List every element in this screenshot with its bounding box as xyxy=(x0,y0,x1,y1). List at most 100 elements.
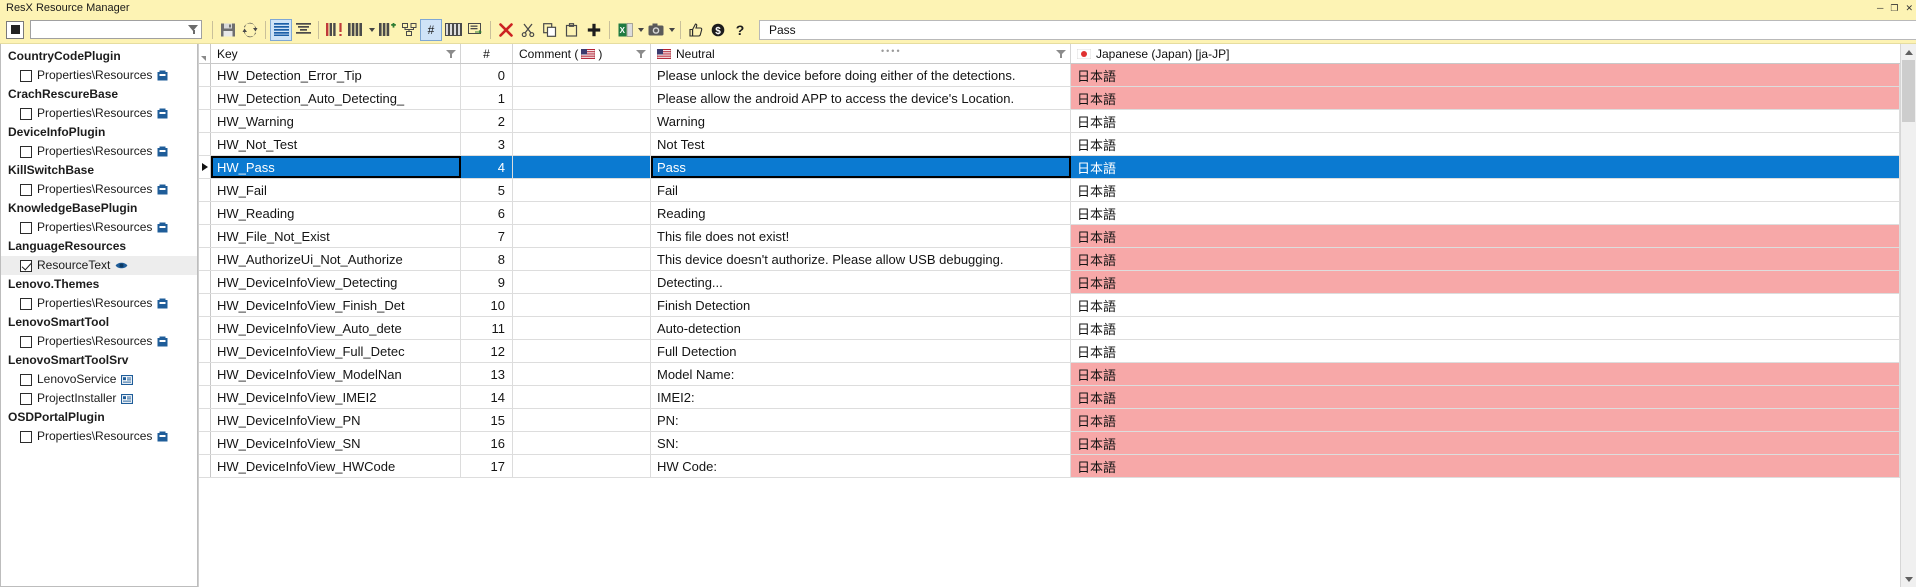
cell-comment[interactable] xyxy=(513,64,651,86)
cell-japanese[interactable]: 日本語 xyxy=(1071,225,1900,247)
cell-neutral[interactable]: This file does not exist! xyxy=(651,225,1071,247)
cell-key[interactable]: HW_DeviceInfoView_SN xyxy=(211,432,461,454)
table-row[interactable]: HW_DeviceInfoView_IMEI2 14 IMEI2: 日本語 xyxy=(199,386,1900,409)
cell-key[interactable]: HW_DeviceInfoView_HWCode xyxy=(211,455,461,477)
cell-neutral[interactable]: Auto-detection xyxy=(651,317,1071,339)
tree-item-properties-resources[interactable]: Properties\Resources xyxy=(1,104,197,123)
tree-item-checkbox[interactable] xyxy=(20,221,32,234)
tree-item-checkbox[interactable] xyxy=(20,335,32,348)
row-header-cell[interactable] xyxy=(199,133,211,155)
toggle-details-button[interactable] xyxy=(464,19,486,41)
cell-key[interactable]: HW_DeviceInfoView_ModelNan xyxy=(211,363,461,385)
reload-button[interactable] xyxy=(239,19,261,41)
cell-comment[interactable] xyxy=(513,432,651,454)
table-row[interactable]: HW_Detection_Error_Tip 0 Please unlock the… xyxy=(199,64,1900,87)
comment-filter-funnel-icon[interactable] xyxy=(636,49,646,59)
cell-japanese[interactable]: 日本語 xyxy=(1071,363,1900,385)
table-row[interactable]: HW_Not_Test 3 Not Test 日本語 xyxy=(199,133,1900,156)
cell-index[interactable]: 12 xyxy=(461,340,513,362)
cell-japanese[interactable]: 日本語 xyxy=(1071,156,1900,178)
table-row[interactable]: HW_Fail 5 Fail 日本語 xyxy=(199,179,1900,202)
tree-item-checkbox[interactable] xyxy=(20,183,32,196)
cell-japanese[interactable]: 日本語 xyxy=(1071,87,1900,109)
search-input[interactable] xyxy=(767,20,1916,39)
cell-japanese[interactable]: 日本語 xyxy=(1071,179,1900,201)
cell-comment[interactable] xyxy=(513,248,651,270)
cell-index[interactable]: 4 xyxy=(461,156,513,178)
column-header-japanese[interactable]: Japanese (Japan) [ja-JP] xyxy=(1071,44,1900,63)
row-header-cell[interactable] xyxy=(199,340,211,362)
cell-neutral[interactable]: Pass xyxy=(651,156,1071,178)
cell-index[interactable]: 7 xyxy=(461,225,513,247)
tree-group-lenovosmarttool[interactable]: LenovoSmartTool xyxy=(1,313,197,332)
tree-item-checkbox[interactable] xyxy=(20,297,32,310)
row-header-cell[interactable] xyxy=(199,156,211,178)
cell-comment[interactable] xyxy=(513,409,651,431)
scroll-track[interactable] xyxy=(1901,60,1916,571)
cell-comment[interactable] xyxy=(513,455,651,477)
row-header-cell[interactable] xyxy=(199,432,211,454)
cell-key[interactable]: HW_DeviceInfoView_Finish_Det xyxy=(211,294,461,316)
cell-index[interactable]: 11 xyxy=(461,317,513,339)
scroll-down-button[interactable] xyxy=(1901,571,1916,587)
tree-group-osdportalplugin[interactable]: OSDPortalPlugin xyxy=(1,408,197,427)
tree-group-knowledgebaseplugin[interactable]: KnowledgeBasePlugin xyxy=(1,199,197,218)
cell-index[interactable]: 0 xyxy=(461,64,513,86)
cell-key[interactable]: HW_Pass xyxy=(211,156,461,178)
feedback-button[interactable] xyxy=(685,19,707,41)
cell-key[interactable]: HW_Detection_Auto_Detecting_ xyxy=(211,87,461,109)
cell-neutral[interactable]: Fail xyxy=(651,179,1071,201)
delete-button[interactable] xyxy=(495,19,517,41)
table-row[interactable]: HW_Reading 6 Reading 日本語 xyxy=(199,202,1900,225)
toggle-key-column-button[interactable]: # xyxy=(420,18,442,41)
table-row[interactable]: HW_DeviceInfoView_Full_Detec 12 Full Detec… xyxy=(199,340,1900,363)
tree-item-checkbox[interactable] xyxy=(20,430,32,443)
cell-comment[interactable] xyxy=(513,179,651,201)
cell-japanese[interactable]: 日本語 xyxy=(1071,455,1900,477)
cell-neutral[interactable]: IMEI2: xyxy=(651,386,1071,408)
tree-item-properties-resources[interactable]: Properties\Resources xyxy=(1,180,197,199)
table-row[interactable]: HW_File_Not_Exist 7 This file does not exi… xyxy=(199,225,1900,248)
row-header-cell[interactable] xyxy=(199,271,211,293)
show-only-used-button[interactable] xyxy=(292,19,314,41)
cell-index[interactable]: 3 xyxy=(461,133,513,155)
tree-group-crachrescurebase[interactable]: CrachRescureBase xyxy=(1,85,197,104)
group-button[interactable] xyxy=(398,19,420,41)
add-button[interactable] xyxy=(583,19,605,41)
table-row[interactable]: HW_Pass 4 Pass 日本語 xyxy=(199,156,1900,179)
expand-collapse-all-button[interactable] xyxy=(6,20,24,39)
help-button[interactable]: ? xyxy=(729,19,751,41)
snapshot-dropdown-arrow[interactable] xyxy=(667,19,676,41)
cell-japanese[interactable]: 日本語 xyxy=(1071,271,1900,293)
cell-key[interactable]: HW_Reading xyxy=(211,202,461,224)
cell-comment[interactable] xyxy=(513,317,651,339)
filter-input[interactable] xyxy=(35,22,186,37)
column-header-comment[interactable]: Comment ( ) xyxy=(513,44,651,63)
row-header-cell[interactable] xyxy=(199,294,211,316)
cell-japanese[interactable]: 日本語 xyxy=(1071,248,1900,270)
show-invariant-button[interactable] xyxy=(323,19,345,41)
row-header-cell[interactable] xyxy=(199,455,211,477)
column-header-neutral[interactable]: Neutral xyxy=(651,44,1071,63)
show-all-lines-button[interactable] xyxy=(270,18,292,41)
tree-item-projectinstaller[interactable]: ProjectInstaller xyxy=(1,389,197,408)
table-row[interactable]: HW_DeviceInfoView_SN 16 SN: 日本語 xyxy=(199,432,1900,455)
grid-vertical-scrollbar[interactable] xyxy=(1900,44,1916,587)
table-row[interactable]: HW_DeviceInfoView_HWCode 17 HW Code: 日本語 xyxy=(199,455,1900,478)
cell-comment[interactable] xyxy=(513,294,651,316)
save-button[interactable] xyxy=(217,19,239,41)
cell-key[interactable]: HW_DeviceInfoView_PN xyxy=(211,409,461,431)
copy-button[interactable] xyxy=(539,19,561,41)
cell-comment[interactable] xyxy=(513,110,651,132)
paste-button[interactable] xyxy=(561,19,583,41)
cell-neutral[interactable]: Please allow the android APP to access t… xyxy=(651,87,1071,109)
cell-key[interactable]: HW_Fail xyxy=(211,179,461,201)
tree-group-deviceinfoplugin[interactable]: DeviceInfoPlugin xyxy=(1,123,197,142)
cell-neutral[interactable]: Please unlock the device before doing ei… xyxy=(651,64,1071,86)
scroll-up-button[interactable] xyxy=(1901,44,1916,60)
cell-japanese[interactable]: 日本語 xyxy=(1071,294,1900,316)
cell-index[interactable]: 17 xyxy=(461,455,513,477)
cell-japanese[interactable]: 日本語 xyxy=(1071,340,1900,362)
cell-japanese[interactable]: 日本語 xyxy=(1071,317,1900,339)
tree-item-properties-resources[interactable]: Properties\Resources xyxy=(1,332,197,351)
